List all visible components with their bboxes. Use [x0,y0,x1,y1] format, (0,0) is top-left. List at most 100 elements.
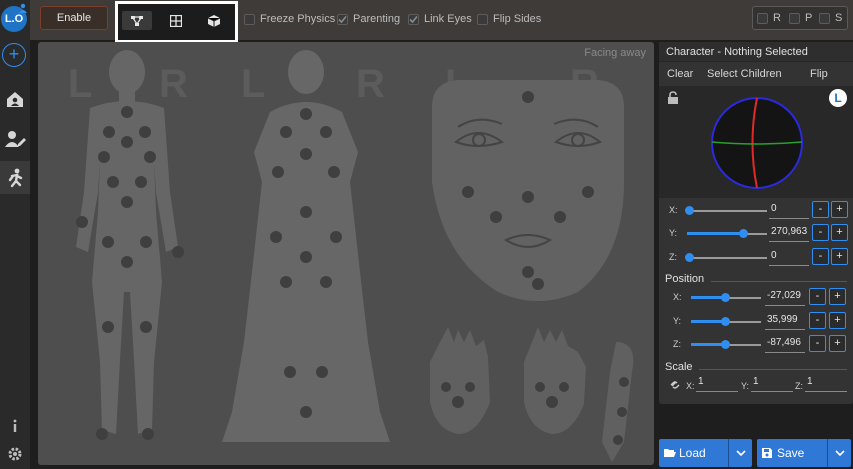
home-icon[interactable] [4,88,26,110]
slider-track[interactable] [687,257,767,259]
cube-mode-button[interactable] [199,11,229,30]
slider-fill [691,320,725,323]
position-section-title: Position [665,273,705,285]
plus-button[interactable]: + [829,288,846,305]
freeze-physics-checkbox[interactable] [244,13,255,25]
slider-knob[interactable] [721,317,730,326]
side-letter-left: L [241,62,265,106]
position-y-row: Y: 35,999 - + [659,311,853,331]
floppy-disk-icon [762,448,772,458]
slider-knob[interactable] [685,206,694,215]
enable-button[interactable]: Enable [40,6,108,30]
slider-knob[interactable] [721,293,730,302]
rotation-sphere[interactable] [710,96,804,190]
minus-button[interactable]: - [809,312,826,329]
flag-s-toggle[interactable]: S [819,12,842,24]
flip-sides-checkbox[interactable] [477,13,488,25]
running-figure-icon[interactable] [4,167,26,189]
view-mode-group-highlight [115,1,238,43]
plus-button[interactable]: + [829,312,846,329]
slider-knob[interactable] [685,253,694,262]
position-z-row: Z: -87,496 - + [659,334,853,354]
load-button[interactable]: Load [659,439,752,467]
clear-button[interactable]: Clear [667,68,693,80]
axis-label: X: [686,381,695,391]
grid-mode-button[interactable] [161,11,191,30]
rotation-z-row: Z: 0 - + [659,247,853,267]
plus-button[interactable]: + [829,335,846,352]
rotation-z-value[interactable]: 0 [769,250,809,266]
flip-button[interactable]: Flip [810,68,828,80]
plus-button[interactable]: + [831,201,848,218]
position-z-value[interactable]: -87,496 [765,337,805,353]
add-icon: + [8,44,20,64]
flag-s-label: S [835,12,843,24]
scale-y-input[interactable]: 1 [751,376,793,392]
checkmark-icon [338,15,347,23]
select-children-button[interactable]: Select Children [707,68,782,80]
slider-knob[interactable] [739,229,748,238]
slider-track[interactable] [687,210,767,212]
plus-button[interactable]: + [831,224,848,241]
minus-button[interactable]: - [809,288,826,305]
character-viewport[interactable]: L R L R L R [38,42,654,465]
minus-button[interactable]: - [812,201,829,218]
rotation-y-value[interactable]: 270,963 [769,226,809,242]
link-eyes-toggle[interactable]: Link Eyes [408,13,472,25]
parenting-checkbox[interactable] [337,13,348,25]
hands-silhouette [430,327,634,462]
save-menu-button[interactable] [827,439,851,467]
position-x-value[interactable]: -27,029 [765,290,805,306]
flip-sides-toggle[interactable]: Flip Sides [477,13,541,25]
slider-fill [687,232,744,235]
flag-r-toggle[interactable]: R [757,12,781,24]
freeze-physics-toggle[interactable]: Freeze Physics [244,13,335,25]
axis-label: Z: [795,381,803,391]
settings-gear-icon[interactable] [4,443,26,465]
checkmark-icon [409,15,418,23]
flag-r-label: R [773,12,781,24]
rotation-y-row: Y: 270,963 - + [659,223,853,243]
parenting-toggle[interactable]: Parenting [337,13,400,25]
axis-label: Z: [669,252,677,262]
load-menu-button[interactable] [728,439,752,467]
position-x-row: X: -27,029 - + [659,287,853,307]
grid-mode-icon [170,14,182,27]
minus-button[interactable]: - [812,224,829,241]
user-badge-icon [19,3,27,13]
folder-open-icon [664,449,676,457]
add-button[interactable]: + [2,43,26,67]
flag-s-checkbox[interactable] [819,12,830,24]
flag-p-checkbox[interactable] [789,12,800,24]
plus-button[interactable]: + [831,248,848,265]
flag-p-toggle[interactable]: P [789,12,812,24]
skeleton-mode-icon [131,15,143,26]
chevron-down-icon [834,450,845,456]
properties-panel: Character - Nothing Selected Clear Selec… [659,42,853,404]
position-y-value[interactable]: 35,999 [765,314,805,330]
mirror-flags-group: R P S [752,6,848,30]
rotation-x-value[interactable]: 0 [769,203,809,219]
freeze-physics-label: Freeze Physics [260,13,336,25]
user-edit-icon[interactable] [4,128,26,150]
rotation-gizmo-area[interactable] [659,86,853,198]
minus-button[interactable]: - [812,248,829,265]
axis-label: Y: [741,381,750,391]
axis-label: Z: [673,339,681,349]
axis-label: X: [669,205,678,215]
lock-icon[interactable] [666,91,680,105]
rotation-x-row: X: 0 - + [659,200,853,220]
save-button[interactable]: Save [757,439,851,467]
flag-r-checkbox[interactable] [757,12,768,24]
link-eyes-checkbox[interactable] [408,13,419,25]
panel-title: Character - Nothing Selected [659,42,853,62]
slider-knob[interactable] [721,340,730,349]
section-divider [711,281,847,282]
minus-button[interactable]: - [809,335,826,352]
info-icon[interactable] [4,415,26,437]
facing-label: Facing away [584,47,646,59]
skeleton-mode-button[interactable] [122,11,152,30]
scale-x-input[interactable]: 1 [696,376,738,392]
link-icon[interactable] [670,380,680,390]
scale-z-input[interactable]: 1 [805,376,847,392]
